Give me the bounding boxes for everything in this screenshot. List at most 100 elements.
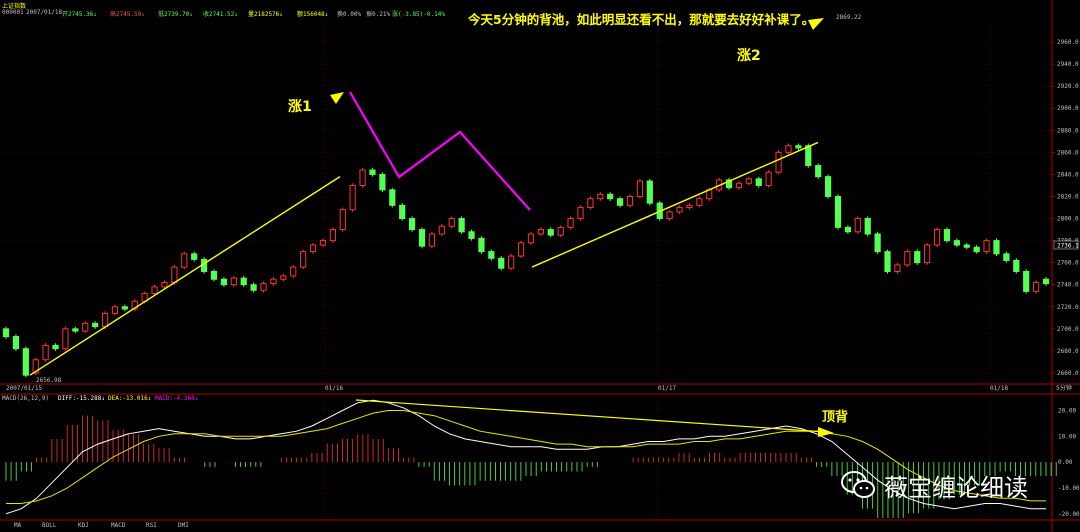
candle bbox=[567, 218, 574, 228]
candle bbox=[1003, 253, 1010, 261]
price-tick-label: 2820.0 bbox=[1057, 193, 1079, 200]
candle bbox=[953, 240, 960, 246]
candle bbox=[22, 348, 29, 376]
candle bbox=[914, 251, 921, 264]
candle bbox=[458, 218, 465, 233]
segment-zigzag bbox=[349, 91, 531, 211]
candle bbox=[557, 226, 564, 236]
price-tick-label: 2860.0 bbox=[1057, 149, 1079, 156]
price-tick-label: 2800.0 bbox=[1057, 216, 1079, 223]
candle bbox=[339, 209, 346, 231]
tab-macd[interactable]: MACD bbox=[111, 522, 125, 529]
candle bbox=[755, 178, 762, 186]
candle bbox=[824, 176, 832, 197]
price-tick-label: 2660.0 bbox=[1057, 370, 1079, 377]
trend-arrow-rise-1 bbox=[330, 92, 344, 104]
candle bbox=[428, 233, 436, 247]
macd-tick-label: 0.00 bbox=[1058, 459, 1073, 466]
candle bbox=[270, 278, 277, 285]
price-tick-label: 2740.0 bbox=[1057, 282, 1079, 289]
candle bbox=[438, 225, 445, 235]
candle bbox=[666, 211, 673, 220]
price-tick-label: 2700.0 bbox=[1057, 326, 1079, 333]
wechat-icon bbox=[841, 471, 875, 498]
candle bbox=[973, 246, 980, 253]
trend-line-rise-2 bbox=[531, 141, 819, 268]
macd-dea-value: DEA:-13.016↓ bbox=[108, 395, 151, 402]
tab-boll[interactable]: BOLL bbox=[42, 522, 56, 529]
candle bbox=[389, 189, 396, 206]
candle bbox=[250, 284, 257, 291]
macd-tick-label: 20.00 bbox=[1058, 408, 1076, 415]
candle bbox=[468, 231, 475, 239]
tab-ma[interactable]: MA bbox=[14, 522, 21, 529]
macd-diff-value: DIFF:-15.288↓ bbox=[58, 395, 105, 402]
candle bbox=[82, 322, 89, 332]
candle bbox=[696, 198, 703, 206]
candle bbox=[854, 218, 861, 233]
candle bbox=[904, 251, 911, 266]
date-label-3: 01/17 bbox=[658, 385, 676, 392]
candle bbox=[795, 145, 802, 149]
price-tick-label: 2760.0 bbox=[1057, 260, 1079, 267]
low-price-label: 2656.98 bbox=[36, 377, 62, 384]
price-tick-label: 2940.0 bbox=[1057, 61, 1079, 68]
tab-dmi[interactable]: DMI bbox=[178, 522, 189, 529]
candle bbox=[775, 151, 782, 173]
candle bbox=[359, 169, 366, 186]
candle bbox=[993, 240, 1000, 255]
candle bbox=[686, 204, 693, 209]
candle bbox=[379, 173, 386, 191]
candle bbox=[171, 266, 178, 284]
candle bbox=[785, 145, 792, 153]
candle bbox=[62, 328, 69, 350]
candle bbox=[874, 233, 881, 253]
macd-tick-label: -10.00 bbox=[1058, 485, 1080, 492]
candle bbox=[765, 171, 772, 186]
candle bbox=[517, 242, 525, 257]
annotation-rise-1: 涨1 bbox=[288, 99, 312, 115]
macd-tick-label: -20.00 bbox=[1058, 511, 1080, 518]
candle bbox=[300, 251, 307, 268]
candle bbox=[151, 286, 158, 295]
candle bbox=[735, 182, 743, 189]
candlestick-chart: 2660.02680.02700.02720.02740.02760.02780… bbox=[0, 0, 1080, 532]
candle bbox=[478, 237, 485, 253]
high-price-label: 2869.22 bbox=[836, 14, 862, 21]
candle bbox=[745, 178, 752, 184]
candle bbox=[676, 207, 683, 213]
divergence-line bbox=[355, 399, 827, 433]
candle bbox=[319, 240, 327, 246]
candle bbox=[2, 328, 10, 338]
candle bbox=[943, 229, 951, 242]
candle bbox=[181, 253, 188, 268]
candle bbox=[894, 264, 901, 272]
candle bbox=[42, 344, 49, 361]
candle bbox=[408, 218, 416, 231]
candle bbox=[240, 277, 247, 286]
candle bbox=[508, 255, 515, 269]
candle bbox=[369, 169, 376, 175]
candle bbox=[488, 251, 495, 259]
date-label-2: 01/16 bbox=[325, 385, 343, 392]
candle bbox=[636, 180, 644, 197]
candle bbox=[1023, 270, 1030, 292]
candle bbox=[626, 195, 634, 206]
indicator-tabs: MA BOLL KDJ MACD RSI DMI bbox=[0, 521, 300, 532]
candle bbox=[230, 277, 237, 286]
tab-rsi[interactable]: RSI bbox=[146, 522, 157, 529]
date-label-4: 01/18 bbox=[990, 385, 1008, 392]
tab-kdj[interactable]: KDJ bbox=[78, 522, 89, 529]
annotation-rise-2: 涨2 bbox=[737, 48, 761, 64]
candle bbox=[72, 328, 79, 332]
candle bbox=[418, 229, 426, 247]
candle bbox=[815, 165, 822, 178]
watermark: 薇宝缠论细读 bbox=[840, 468, 1060, 502]
candle bbox=[290, 266, 297, 277]
candle bbox=[963, 244, 970, 248]
candle bbox=[983, 240, 990, 253]
candle bbox=[191, 253, 198, 260]
candle bbox=[597, 193, 604, 200]
candle bbox=[805, 145, 812, 167]
chart-grid bbox=[0, 0, 1080, 532]
